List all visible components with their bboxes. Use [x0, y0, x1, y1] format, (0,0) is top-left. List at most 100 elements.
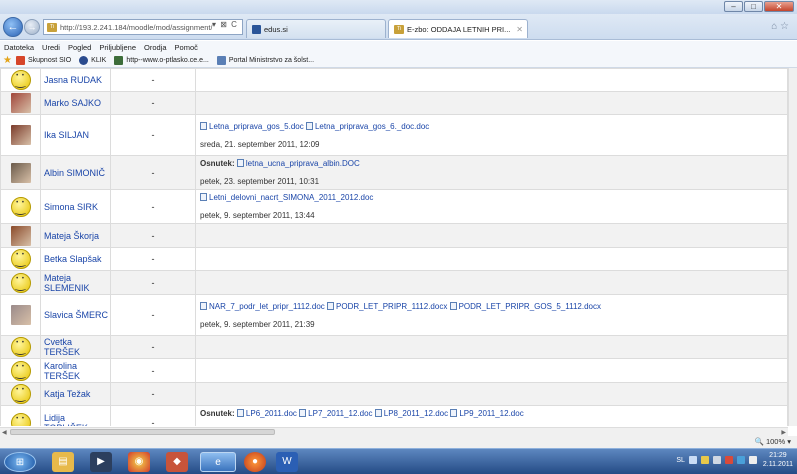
tab-edus[interactable]: edus.si: [246, 19, 386, 38]
avatar-cell: [0, 382, 41, 406]
document-icon: [450, 409, 458, 417]
grade-cell: -: [110, 382, 196, 406]
student-name-link[interactable]: Albin SIMONIČ: [40, 155, 111, 190]
ie-taskbar-icon[interactable]: e: [200, 452, 236, 472]
favorites-star-icon[interactable]: ★: [3, 55, 12, 66]
student-name-link[interactable]: Katja Težak: [40, 382, 111, 406]
zoom-level[interactable]: 🔍 100% ▾: [755, 437, 791, 446]
file-link[interactable]: NAR_7_podr_let_pripr_1112.doc: [209, 302, 325, 311]
student-name-link[interactable]: Marko SAJKO: [40, 91, 111, 115]
vertical-scrollbar[interactable]: [788, 68, 797, 426]
grade-cell: -: [110, 247, 196, 271]
navigation-bar: ← → Ti http://193.2.241.184/moodle/mod/a…: [0, 14, 797, 40]
address-url: http://193.2.241.184/moodle/mod/assignme…: [60, 22, 213, 32]
start-button[interactable]: ⊞: [4, 452, 36, 472]
tray-app-icon[interactable]: [700, 456, 709, 464]
scroll-thumb[interactable]: [10, 429, 275, 435]
favorites-star-icon[interactable]: ☆: [780, 21, 789, 32]
maximize-button[interactable]: □: [744, 1, 763, 12]
user-photo-avatar[interactable]: [10, 225, 31, 246]
submission-cell: [195, 270, 788, 295]
default-avatar-icon[interactable]: [10, 249, 31, 269]
home-icon[interactable]: ⌂: [771, 21, 777, 32]
tab-ezbo[interactable]: Ti E-zbo: ODDAJA LETNIH PRI... ✕: [388, 19, 528, 38]
file-link[interactable]: LP8_2011_12.doc: [384, 409, 448, 418]
language-indicator[interactable]: SL: [676, 457, 685, 464]
favorite-skupnost-sio[interactable]: Skupnost SIO: [15, 56, 71, 65]
tray-app-icon[interactable]: [712, 456, 721, 464]
chrome-taskbar-icon[interactable]: ◉: [128, 452, 150, 472]
default-avatar-icon[interactable]: [10, 196, 31, 217]
files-line: NAR_7_podr_let_pripr_1112.doc PODR_LET_P…: [200, 301, 787, 312]
submission-cell: Osnutek: LP6_2011.doc LP7_2011_12.doc LP…: [195, 405, 788, 426]
address-bar[interactable]: Ti http://193.2.241.184/moodle/mod/assig…: [43, 19, 243, 35]
submission-date: petek, 9. september 2011, 21:39: [200, 319, 315, 329]
menu-priljubljene[interactable]: Priljubljene: [99, 43, 136, 52]
edus-favicon-icon: [252, 24, 261, 34]
menu-bar: Datoteka Uredi Pogled Priljubljene Orodj…: [0, 41, 797, 54]
user-photo-avatar[interactable]: [10, 162, 31, 183]
address-controls[interactable]: ▾ ⊠ C ✕: [212, 20, 242, 29]
submission-date: petek, 9. september 2011, 13:44: [200, 211, 315, 220]
file-link[interactable]: LP6_2011.doc: [246, 409, 297, 418]
file-link[interactable]: PODR_LET_PRIPR_1112.docx: [336, 302, 447, 311]
file-link[interactable]: Letni_delovni_nacrt_SIMONA_2011_2012.doc: [209, 193, 373, 202]
firefox-taskbar-icon[interactable]: ●: [244, 452, 266, 472]
user-photo-avatar[interactable]: [10, 125, 31, 145]
file-link[interactable]: Letna_priprava_gos_5.doc: [209, 122, 304, 131]
table-row: Katja Težak-: [0, 382, 788, 406]
favorite-optlasko[interactable]: http--www.o-ptlasko.ce.e...: [114, 56, 209, 65]
favorite-klik[interactable]: KLIK: [79, 56, 106, 65]
student-name-link[interactable]: Slavica ŠMERC: [40, 294, 111, 336]
explorer-taskbar-icon[interactable]: ▤: [52, 452, 74, 472]
file-link[interactable]: Letna_priprava_gos_6._doc.doc: [315, 122, 429, 131]
avatar-cell: [0, 405, 41, 426]
favorite-portal-ministrstvo[interactable]: Portal Ministrstvo za šolst...: [216, 56, 314, 65]
file-link[interactable]: LP7_2011_12.doc: [308, 409, 372, 418]
student-name-link[interactable]: Lidija TOPLIŠEK: [40, 405, 111, 426]
user-photo-avatar[interactable]: [10, 93, 31, 113]
menu-pogled[interactable]: Pogled: [68, 43, 91, 52]
tray-app-icon[interactable]: [736, 456, 745, 464]
clock[interactable]: 21:29 2.11.2011: [763, 451, 793, 469]
minimize-button[interactable]: –: [724, 1, 743, 12]
student-name-link[interactable]: Mateja Škorja: [40, 223, 111, 248]
default-avatar-icon[interactable]: [10, 360, 31, 381]
klik-icon: [79, 56, 89, 65]
default-avatar-icon[interactable]: [10, 70, 31, 90]
menu-uredi[interactable]: Uredi: [42, 43, 60, 52]
volume-icon[interactable]: [748, 456, 757, 464]
menu-pomoc[interactable]: Pomoč: [175, 43, 198, 52]
default-avatar-icon[interactable]: [10, 272, 31, 293]
student-name-link[interactable]: Simona SIRK: [40, 189, 111, 224]
file-link[interactable]: PODR_LET_PRIPR_GOS_5_1112.docx: [459, 302, 601, 311]
file-link[interactable]: LP9_2011_12.doc: [459, 409, 523, 418]
file-link[interactable]: letna_ucna_priprava_albin.DOC: [246, 159, 360, 168]
menu-datoteka[interactable]: Datoteka: [4, 43, 34, 52]
student-name-link[interactable]: Mateja SLEMENIK: [40, 270, 111, 295]
student-name-link[interactable]: Jasna RUDAK: [40, 68, 111, 92]
student-name-link[interactable]: Cvetka TERŠEK: [40, 335, 111, 359]
media-taskbar-icon[interactable]: ▶: [90, 452, 112, 472]
back-button[interactable]: ←: [3, 17, 23, 37]
word-taskbar-icon[interactable]: W: [276, 452, 298, 472]
tray-app-icon[interactable]: [724, 456, 733, 464]
default-avatar-icon[interactable]: [10, 412, 31, 426]
network-icon[interactable]: [688, 456, 697, 464]
scroll-right-icon[interactable]: ▶: [781, 429, 786, 436]
tab-close-icon[interactable]: ✕: [516, 25, 523, 34]
default-avatar-icon[interactable]: [10, 384, 31, 404]
student-name-link[interactable]: Karolina TERŠEK: [40, 358, 111, 383]
close-window-button[interactable]: ✕: [764, 1, 794, 12]
horizontal-scrollbar[interactable]: ◀ ▶: [0, 427, 788, 436]
default-avatar-icon[interactable]: [10, 337, 31, 357]
app-taskbar-icon[interactable]: ◆: [166, 452, 188, 472]
forward-button[interactable]: →: [24, 19, 40, 35]
student-name-link[interactable]: Betka Slapšak: [40, 247, 111, 271]
scroll-left-icon[interactable]: ◀: [2, 429, 7, 436]
student-name-link[interactable]: Ika SILJAN: [40, 114, 111, 156]
menu-orodja[interactable]: Orodja: [144, 43, 167, 52]
grade-cell: -: [110, 155, 196, 190]
user-photo-avatar[interactable]: [10, 305, 31, 325]
submission-cell: [195, 223, 788, 248]
